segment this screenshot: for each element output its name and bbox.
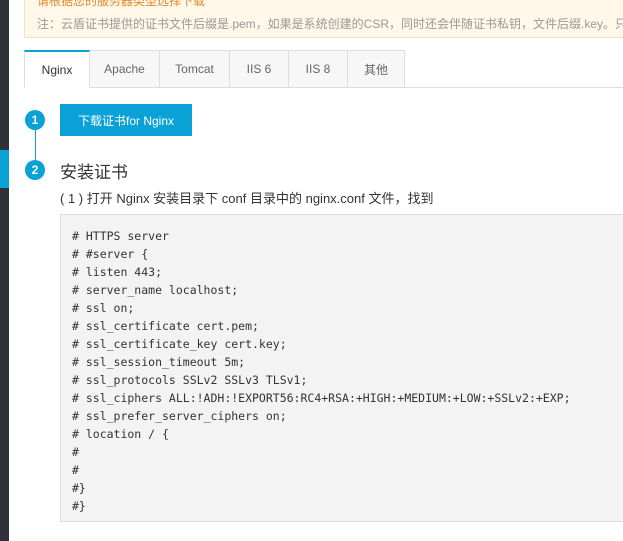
code-line: # bbox=[72, 445, 79, 459]
code-line: # ssl_certificate_key cert.key; bbox=[72, 337, 287, 351]
code-line: # HTTPS server bbox=[72, 229, 169, 243]
certificate-install-page: 请根据您的服务器类型选择下载 注：云盾证书提供的证书文件后缀是.pem，如果是系… bbox=[0, 0, 623, 541]
sidebar-active-indicator[interactable] bbox=[0, 150, 9, 188]
step-2-badge: 2 bbox=[25, 160, 45, 180]
code-line: # location / { bbox=[72, 427, 169, 441]
code-line: #} bbox=[72, 481, 86, 495]
code-line: # ssl_session_timeout 5m; bbox=[72, 355, 246, 369]
code-line: # ssl_certificate cert.pem; bbox=[72, 319, 259, 333]
nginx-config-code-block: # HTTPS server # #server { # listen 443;… bbox=[60, 214, 623, 522]
code-line: # listen 443; bbox=[72, 265, 163, 279]
notice-bar: 请根据您的服务器类型选择下载 注：云盾证书提供的证书文件后缀是.pem，如果是系… bbox=[24, 0, 623, 38]
code-line: # server_name localhost; bbox=[72, 283, 239, 297]
tab-nginx[interactable]: Nginx bbox=[24, 50, 90, 88]
install-step-description: ( 1 ) 打开 Nginx 安装目录下 conf 目录中的 nginx.con… bbox=[60, 191, 434, 206]
notice-top-text: 请根据您的服务器类型选择下载 bbox=[37, 0, 206, 8]
code-line: #} bbox=[72, 499, 86, 513]
step-1-badge: 1 bbox=[25, 110, 45, 130]
server-type-tabs: Nginx Apache Tomcat IIS 6 IIS 8 其他 bbox=[24, 50, 623, 88]
code-lines: # HTTPS server # #server { # listen 443;… bbox=[72, 227, 571, 515]
code-line: # #server { bbox=[72, 247, 149, 261]
tab-apache[interactable]: Apache bbox=[90, 50, 160, 88]
code-line: # ssl on; bbox=[72, 301, 135, 315]
install-certificate-title: 安装证书 bbox=[60, 163, 128, 182]
step-connector-line bbox=[35, 128, 36, 162]
code-line: # ssl_ciphers ALL:!ADH:!EXPORT56:RC4+RSA… bbox=[72, 391, 571, 405]
code-line: # bbox=[72, 463, 79, 477]
tab-other[interactable]: 其他 bbox=[348, 50, 405, 88]
download-certificate-button[interactable]: 下载证书for Nginx bbox=[60, 104, 192, 136]
code-line: # ssl_protocols SSLv2 SSLv3 TLSv1; bbox=[72, 373, 308, 387]
tab-tomcat[interactable]: Tomcat bbox=[160, 50, 230, 88]
tab-iis6[interactable]: IIS 6 bbox=[230, 50, 289, 88]
code-line: # ssl_prefer_server_ciphers on; bbox=[72, 409, 287, 423]
notice-text: 注：云盾证书提供的证书文件后缀是.pem，如果是系统创建的CSR，同时还会伴随证… bbox=[37, 17, 623, 31]
tab-iis8[interactable]: IIS 8 bbox=[289, 50, 348, 88]
sidebar-edge bbox=[0, 0, 9, 541]
